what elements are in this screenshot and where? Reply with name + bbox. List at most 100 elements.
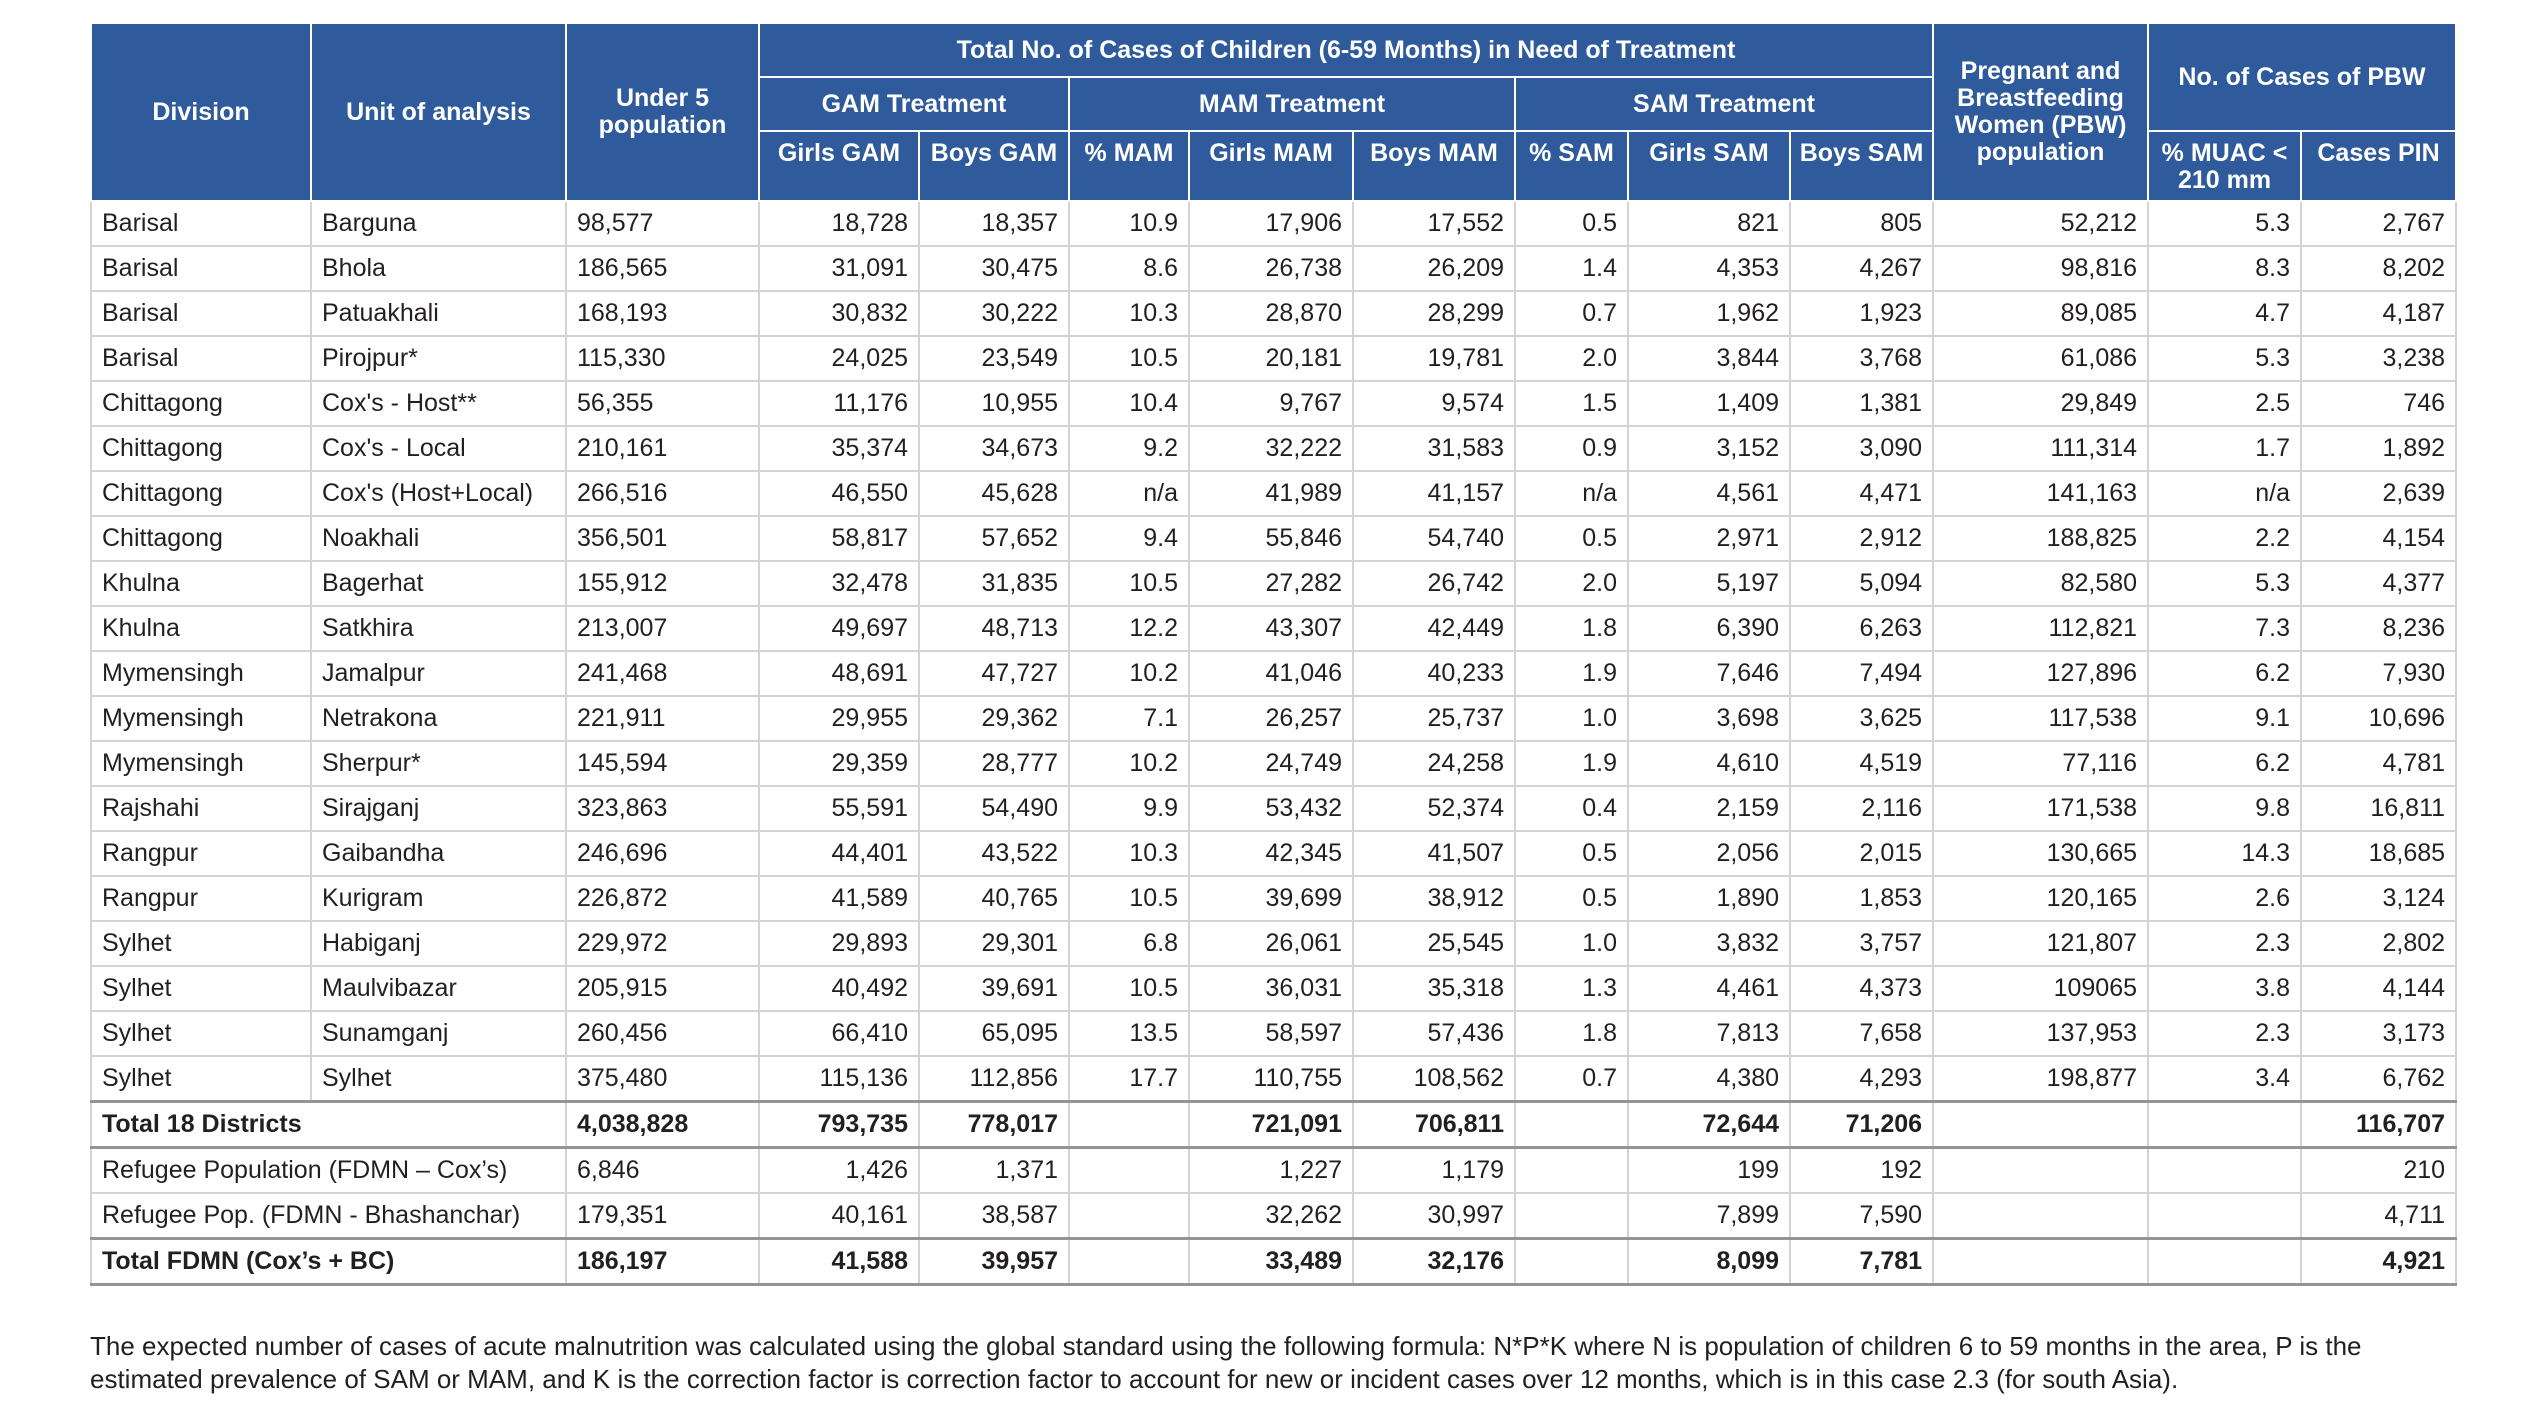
header-pct-muac: % MUAC < 210 mm xyxy=(2147,130,2303,202)
header-mam-treatment: MAM Treatment xyxy=(1068,76,1516,132)
table-cell: 35,318 xyxy=(1352,966,1515,1012)
table-cell: 32,478 xyxy=(758,561,919,607)
table-cell: 6,263 xyxy=(1788,606,1934,652)
table-cell: 213,007 xyxy=(565,606,759,652)
table-cell: 17,552 xyxy=(1352,201,1515,247)
table-cell: Chittagong xyxy=(90,516,311,562)
refugee-row: Refugee Pop. (FDMN - Bhashanchar) 179,351… xyxy=(90,1193,2458,1240)
table-cell: 1,426 xyxy=(758,1147,919,1194)
table-cell: 4,154 xyxy=(2300,516,2458,562)
table-cell: 1.7 xyxy=(2147,426,2302,472)
table-cell: 31,091 xyxy=(758,246,919,292)
table-cell: Mymensingh xyxy=(90,696,311,742)
table-cell: 5.3 xyxy=(2147,336,2302,382)
table-cell: 188,825 xyxy=(1932,516,2149,562)
table-cell: 121,807 xyxy=(1932,921,2149,967)
table-cell: 111,314 xyxy=(1932,426,2149,472)
table-cell: 77,116 xyxy=(1932,741,2149,787)
table-cell: 43,522 xyxy=(918,831,1069,877)
table-cell: Sylhet xyxy=(90,966,311,1012)
malnutrition-table-container: Division Unit of analysis Under 5 popula… xyxy=(90,22,2458,1286)
table-cell: 4,377 xyxy=(2300,561,2458,607)
table-row: Rangpur Kurigram 226,872 41,589 40,765 10.5 39… xyxy=(90,876,2458,922)
table-cell: 56,355 xyxy=(565,381,759,427)
table-cell xyxy=(1932,1147,2149,1194)
table-row: Rangpur Gaibandha 246,696 44,401 43,522 10.3 4… xyxy=(90,831,2458,877)
table-cell: 30,832 xyxy=(758,291,919,337)
table-cell: 110,755 xyxy=(1188,1056,1353,1103)
table-cell: 4,561 xyxy=(1627,471,1790,517)
table-cell: 127,896 xyxy=(1932,651,2149,697)
table-cell: 58,817 xyxy=(758,516,919,562)
table-cell: 6.2 xyxy=(2147,651,2302,697)
table-cell: 805 xyxy=(1788,201,1934,247)
table-cell xyxy=(1932,1193,2149,1240)
table-cell: 4,267 xyxy=(1788,246,1934,292)
table-cell: 2,971 xyxy=(1627,516,1790,562)
table-cell: Sylhet xyxy=(90,1011,311,1057)
table-cell: 0.4 xyxy=(1514,786,1628,832)
table-cell: 46,550 xyxy=(758,471,919,517)
table-cell: Chittagong xyxy=(90,471,311,517)
table-cell: 2,767 xyxy=(2300,201,2458,247)
table-cell: 10.3 xyxy=(1068,831,1189,877)
table-cell: 2.0 xyxy=(1514,336,1628,382)
table-cell: Netrakona xyxy=(310,696,566,742)
table-cell: 18,685 xyxy=(2300,831,2458,877)
table-cell: 246,696 xyxy=(565,831,759,877)
table-cell: 39,691 xyxy=(918,966,1069,1012)
table-cell: Barisal xyxy=(90,291,311,337)
table-cell: 29,301 xyxy=(918,921,1069,967)
header-pct-sam: % SAM xyxy=(1514,130,1629,202)
table-cell: 26,257 xyxy=(1188,696,1353,742)
table-cell: 48,713 xyxy=(918,606,1069,652)
table-cell: 168,193 xyxy=(565,291,759,337)
table-cell: 2,639 xyxy=(2300,471,2458,517)
table-cell: 116,707 xyxy=(2300,1100,2458,1149)
table-cell: 10.2 xyxy=(1068,651,1189,697)
footnote: The expected number of cases of acute ma… xyxy=(90,1331,2362,1394)
table-cell: 32,222 xyxy=(1188,426,1353,472)
table-cell: 9.9 xyxy=(1068,786,1189,832)
table-cell: 57,652 xyxy=(918,516,1069,562)
table-cell: 58,597 xyxy=(1188,1011,1353,1057)
table-cell: 30,475 xyxy=(918,246,1069,292)
table-cell: 2,015 xyxy=(1788,831,1934,877)
table-cell: 29,362 xyxy=(918,696,1069,742)
table-cell: 0.5 xyxy=(1514,516,1628,562)
header-gam-treatment: GAM Treatment xyxy=(758,76,1070,132)
table-cell: Khulna xyxy=(90,606,311,652)
table-cell: 205,915 xyxy=(565,966,759,1012)
table-cell: 112,856 xyxy=(918,1056,1069,1103)
table-cell: Noakhali xyxy=(310,516,566,562)
table-cell: 0.9 xyxy=(1514,426,1628,472)
table-cell: 7,494 xyxy=(1788,651,1934,697)
table-cell: 1,409 xyxy=(1627,381,1790,427)
malnutrition-cases-table: Division Unit of analysis Under 5 popula… xyxy=(90,22,2458,1286)
table-cell: 10.2 xyxy=(1068,741,1189,787)
table-cell: Sylhet xyxy=(90,1056,311,1103)
table-cell: 3,768 xyxy=(1788,336,1934,382)
table-cell: 41,507 xyxy=(1352,831,1515,877)
table-cell: Habiganj xyxy=(310,921,566,967)
table-cell: 7,930 xyxy=(2300,651,2458,697)
table-cell: 2,116 xyxy=(1788,786,1934,832)
table-cell: 7,781 xyxy=(1788,1237,1934,1286)
table-cell: n/a xyxy=(1068,471,1189,517)
table-cell: 4,293 xyxy=(1788,1056,1934,1103)
table-cell xyxy=(2147,1193,2302,1240)
table-cell: 3,238 xyxy=(2300,336,2458,382)
table-cell: 10.5 xyxy=(1068,876,1189,922)
table-cell: 45,628 xyxy=(918,471,1069,517)
table-cell: 130,665 xyxy=(1932,831,2149,877)
table-cell: 10,955 xyxy=(918,381,1069,427)
table-cell: 28,299 xyxy=(1352,291,1515,337)
table-cell: 1.8 xyxy=(1514,606,1628,652)
table-cell: 1,179 xyxy=(1352,1147,1515,1194)
table-cell: 40,161 xyxy=(758,1193,919,1240)
header-boys-sam: Boys SAM xyxy=(1788,130,1935,202)
table-cell: 210,161 xyxy=(565,426,759,472)
table-cell: 0.5 xyxy=(1514,876,1628,922)
table-cell: 4,711 xyxy=(2300,1193,2458,1240)
table-cell: Sherpur* xyxy=(310,741,566,787)
